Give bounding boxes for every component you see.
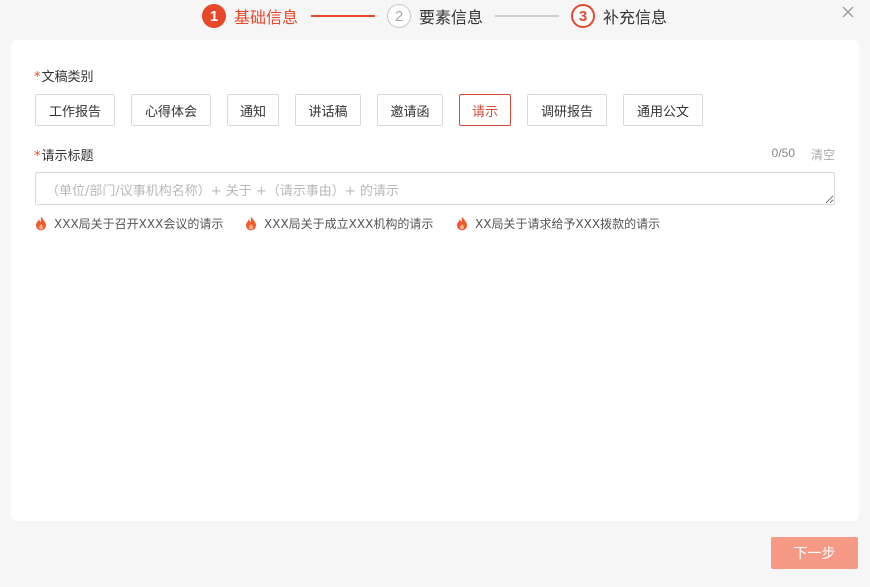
type-chip[interactable]: 通知 bbox=[227, 94, 279, 126]
clear-button[interactable]: 清空 bbox=[811, 146, 835, 163]
step-2[interactable]: 2 要素信息 bbox=[387, 4, 483, 28]
form-card: *文稿类别 工作报告 心得体会 通知 讲话稿 邀请函 请示 调研报告 通用公文 … bbox=[11, 40, 859, 521]
step-connector-1 bbox=[311, 15, 375, 17]
suggestion-item[interactable]: XX局关于请求给予XXX拨款的请示 bbox=[456, 215, 660, 232]
step-3-number: 3 bbox=[571, 4, 595, 28]
next-step-button[interactable]: 下一步 bbox=[771, 537, 858, 569]
type-chip[interactable]: 邀请函 bbox=[377, 94, 443, 126]
type-chip[interactable]: 通用公文 bbox=[623, 94, 703, 126]
step-1-label: 基础信息 bbox=[234, 8, 299, 27]
step-3[interactable]: 3 补充信息 bbox=[571, 4, 667, 28]
type-chip[interactable]: 调研报告 bbox=[527, 94, 607, 126]
title-label-text: 请示标题 bbox=[41, 149, 94, 164]
title-field-label: *请示标题 bbox=[34, 145, 94, 164]
required-mark: * bbox=[34, 149, 41, 164]
flame-icon bbox=[36, 216, 46, 231]
step-indicator: 1 基础信息 2 要素信息 3 补充信息 bbox=[0, 0, 870, 34]
suggestion-text: XXX局关于成立XXX机构的请示 bbox=[264, 217, 434, 231]
close-icon[interactable] bbox=[840, 4, 856, 20]
suggestion-item[interactable]: XXX局关于召开XXX会议的请示 bbox=[35, 215, 223, 232]
step-2-label: 要素信息 bbox=[419, 8, 484, 27]
type-field-label: *文稿类别 bbox=[34, 66, 94, 85]
flame-icon bbox=[246, 216, 256, 231]
type-chip[interactable]: 心得体会 bbox=[131, 94, 211, 126]
step-3-label: 补充信息 bbox=[603, 8, 668, 27]
type-chip-selected[interactable]: 请示 bbox=[459, 94, 511, 126]
char-counter: 0/50 bbox=[771, 146, 795, 160]
dialog: 1 基础信息 2 要素信息 3 补充信息 *文稿类别 工作报告 心得体会 通知 … bbox=[0, 0, 870, 587]
required-mark: * bbox=[34, 70, 41, 85]
step-1[interactable]: 1 基础信息 bbox=[202, 4, 298, 28]
step-2-number: 2 bbox=[387, 4, 411, 28]
suggestion-text: XX局关于请求给予XXX拨款的请示 bbox=[475, 217, 661, 231]
type-chip[interactable]: 工作报告 bbox=[35, 94, 115, 126]
type-label-text: 文稿类别 bbox=[41, 70, 94, 85]
suggestion-text: XXX局关于召开XXX会议的请示 bbox=[54, 217, 224, 231]
type-chip[interactable]: 讲话稿 bbox=[295, 94, 361, 126]
step-1-number: 1 bbox=[202, 4, 226, 28]
suggestion-item[interactable]: XXX局关于成立XXX机构的请示 bbox=[245, 215, 433, 232]
title-input[interactable] bbox=[35, 172, 835, 205]
flame-icon bbox=[457, 216, 467, 231]
step-connector-2 bbox=[495, 15, 559, 17]
